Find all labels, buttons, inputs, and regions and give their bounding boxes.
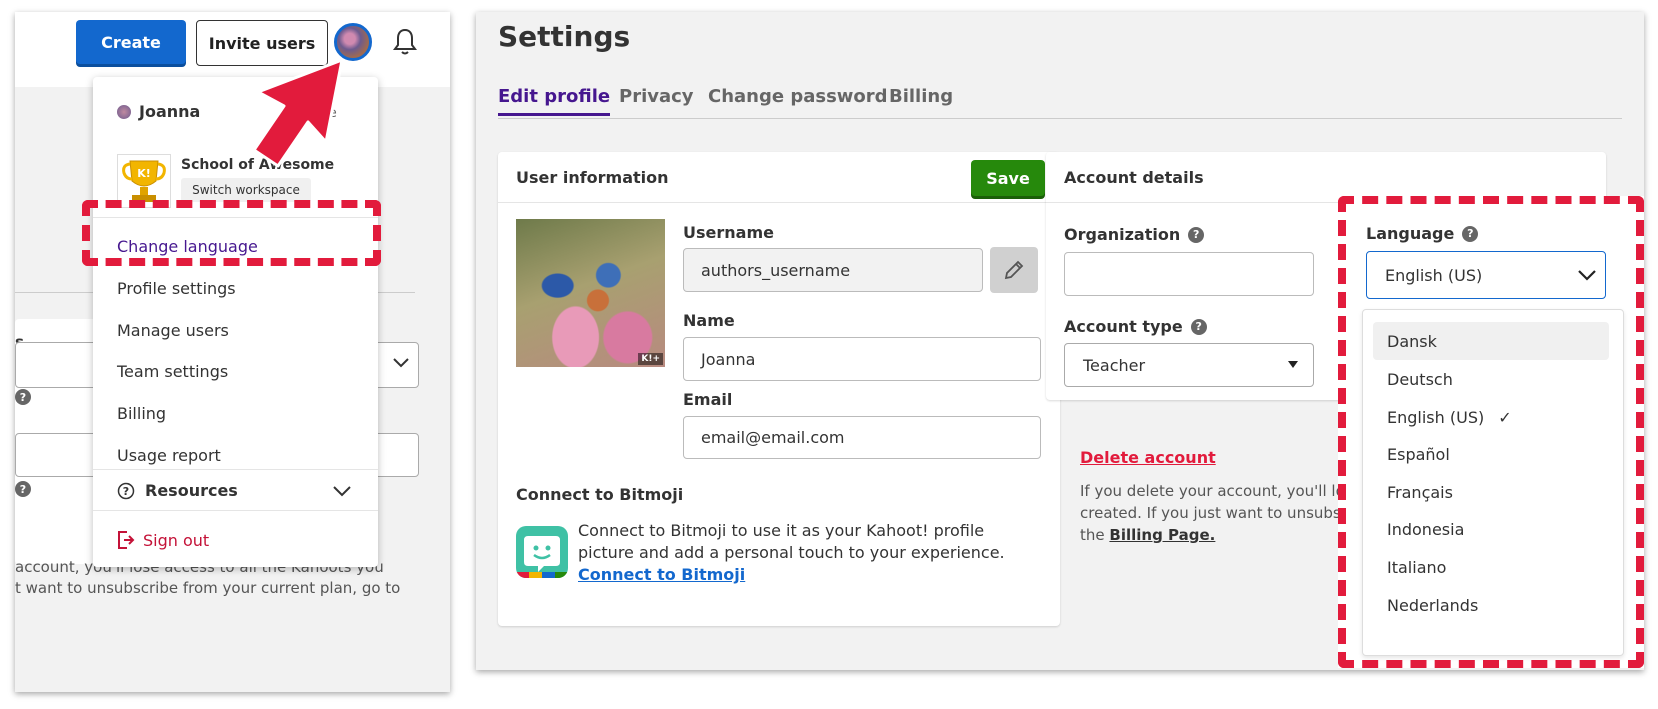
delete-account-text: If you delete your account, you'll lose … xyxy=(1080,480,1370,546)
pencil-icon xyxy=(1004,260,1024,280)
save-button[interactable]: Save xyxy=(971,160,1045,196)
menu-item-team-settings[interactable]: Team settings xyxy=(117,362,228,381)
tab-privacy[interactable]: Privacy xyxy=(619,86,694,107)
account-type-label-group: Account type ? xyxy=(1064,317,1207,336)
tab-edit-profile[interactable]: Edit profile xyxy=(498,86,611,116)
help-icon: ? xyxy=(15,481,31,497)
bitmoji-heading: Connect to Bitmoji xyxy=(516,485,684,504)
svg-text:K!: K! xyxy=(137,167,151,180)
delete-text-line: If you delete your account, you'll lose xyxy=(1080,482,1362,500)
svg-text:?: ? xyxy=(123,485,129,498)
switch-workspace-button[interactable]: Switch workspace xyxy=(181,178,311,202)
divider xyxy=(498,202,1060,203)
avatar xyxy=(117,104,131,119)
bitmoji-icon xyxy=(516,526,568,578)
user-information-card: User information Save K!+ Username autho… xyxy=(498,152,1060,626)
tab-billing[interactable]: Billing xyxy=(889,86,953,107)
highlight-box xyxy=(1338,196,1644,668)
organization-label: Organization xyxy=(1064,225,1181,244)
help-icon: ? xyxy=(15,389,31,405)
left-screenshot-panel: s ? ? account, you'll lose access to all… xyxy=(15,12,450,692)
profile-picture[interactable]: K!+ xyxy=(516,219,665,367)
menu-item-usage-report[interactable]: Usage report xyxy=(117,446,221,465)
name-field[interactable]: Joanna xyxy=(683,337,1041,381)
delete-text-prefix: the xyxy=(1080,526,1105,544)
menu-item-manage-users[interactable]: Manage users xyxy=(117,321,229,340)
create-button[interactable]: Create xyxy=(76,20,186,64)
bell-icon[interactable] xyxy=(392,27,418,57)
page-title: Settings xyxy=(498,20,631,53)
divider xyxy=(93,469,378,470)
divider xyxy=(93,510,378,511)
right-screenshot-panel: Settings Edit profile Privacy Change pas… xyxy=(476,12,1644,670)
caret-down-icon xyxy=(1288,361,1298,368)
help-icon[interactable]: ? xyxy=(1188,226,1205,243)
help-icon[interactable]: ? xyxy=(1190,318,1207,335)
bitmoji-text: Connect to Bitmoji to use it as your Kah… xyxy=(578,521,1005,562)
chevron-down-icon xyxy=(393,358,409,368)
background-text-line: t want to unsubscribe from your current … xyxy=(15,579,401,597)
pointer-arrow-icon xyxy=(252,58,344,168)
resources-toggle[interactable]: ? Resources xyxy=(117,481,352,500)
email-field[interactable]: email@email.com xyxy=(683,416,1041,459)
account-type-value: Teacher xyxy=(1083,355,1146,375)
menu-user[interactable]: Joanna xyxy=(117,102,200,121)
email-label: Email xyxy=(683,390,733,409)
account-details-heading: Account details xyxy=(1064,168,1204,187)
username-field: authors_username xyxy=(683,248,983,292)
top-bar: Create Invite users xyxy=(15,12,450,87)
help-circle-icon: ? xyxy=(117,482,135,499)
settings-tabs: Edit profile Privacy Change password Bil… xyxy=(498,86,1622,119)
kahoot-badge: K!+ xyxy=(638,353,663,365)
billing-page-link[interactable]: Billing Page. xyxy=(1109,526,1215,544)
chevron-down-icon xyxy=(333,485,351,496)
delete-text-line: the Billing Page. xyxy=(1080,524,1370,546)
sign-out-label: Sign out xyxy=(143,530,210,550)
delete-account-link[interactable]: Delete account xyxy=(1080,448,1216,467)
connect-bitmoji-link[interactable]: Connect to Bitmoji xyxy=(578,565,745,584)
sign-out-icon xyxy=(118,531,135,549)
name-label: Name xyxy=(683,311,735,330)
account-type-select[interactable]: Teacher xyxy=(1064,343,1314,387)
highlight-box xyxy=(82,200,381,266)
menu-item-profile-settings[interactable]: Profile settings xyxy=(117,279,236,298)
organization-field[interactable] xyxy=(1064,252,1314,296)
user-information-heading: User information xyxy=(516,168,669,187)
edit-username-button[interactable] xyxy=(990,247,1038,293)
resources-label: Resources xyxy=(145,481,238,500)
delete-text-line: created. If you just want to unsubscri xyxy=(1080,504,1360,522)
menu-item-billing[interactable]: Billing xyxy=(117,404,166,423)
menu-user-name: Joanna xyxy=(139,102,201,121)
account-type-label: Account type xyxy=(1064,317,1183,336)
bitmoji-description: Connect to Bitmoji to use it as your Kah… xyxy=(578,520,1028,586)
tab-change-password[interactable]: Change password xyxy=(708,86,888,107)
username-label: Username xyxy=(683,223,774,242)
organization-label-group: Organization ? xyxy=(1064,225,1205,244)
sign-out-button[interactable]: Sign out xyxy=(117,530,209,550)
